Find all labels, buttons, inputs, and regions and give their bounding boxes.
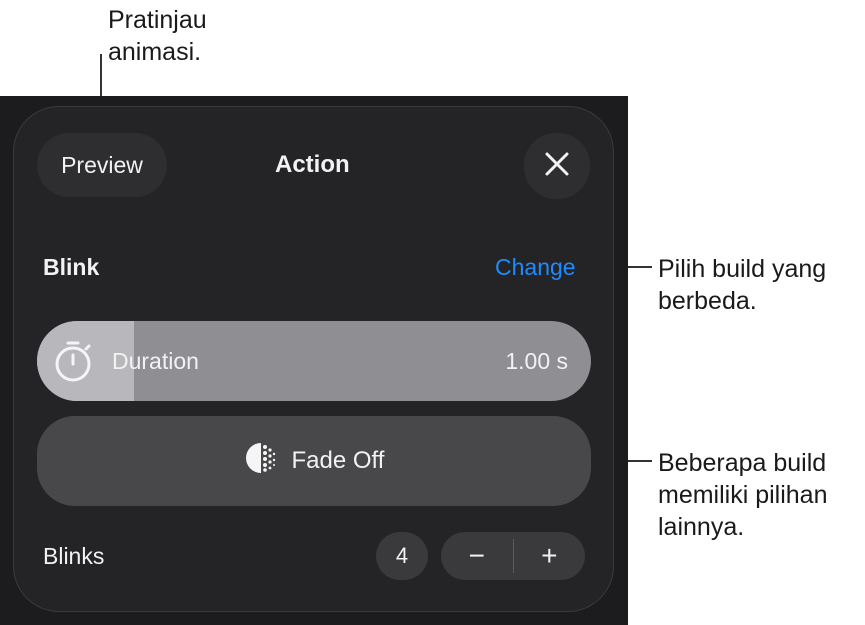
stopwatch-icon — [52, 339, 94, 388]
callout-change: Pilih build yang berbeda. — [658, 255, 827, 315]
fade-icon — [244, 441, 278, 482]
preview-button-label: Preview — [61, 151, 143, 178]
callout-options: Beberapa build memiliki pilihan lainnya. — [658, 449, 828, 541]
change-link[interactable]: Change — [495, 254, 576, 281]
callout-preview: Pratinjau animasi. — [108, 6, 207, 66]
close-icon — [543, 150, 571, 183]
build-name: Blink — [43, 254, 100, 280]
fade-off-button[interactable]: Fade Off — [37, 416, 591, 506]
blinks-label: Blinks — [43, 543, 105, 569]
increment-button[interactable]: + — [514, 532, 586, 580]
duration-label: Duration — [112, 348, 199, 374]
blinks-count: 4 — [376, 532, 428, 580]
panel-title: Action — [275, 151, 350, 178]
duration-value: 1.00 s — [505, 348, 568, 374]
blinks-stepper: − + — [441, 532, 585, 580]
duration-slider[interactable]: Duration 1.00 s — [37, 321, 591, 401]
preview-button[interactable]: Preview — [37, 133, 167, 197]
fade-off-label: Fade Off — [291, 447, 385, 474]
close-button[interactable] — [524, 133, 590, 199]
decrement-button[interactable]: − — [441, 532, 513, 580]
